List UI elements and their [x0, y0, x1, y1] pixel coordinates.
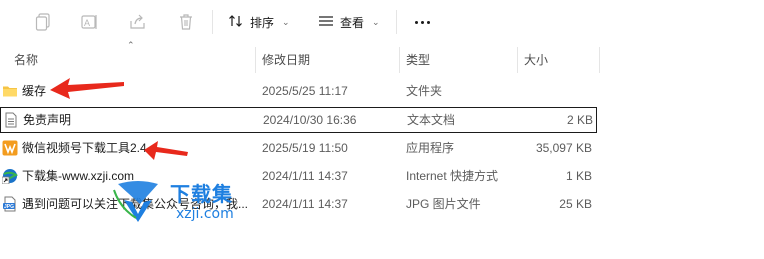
- annotation-arrow-icon: [144, 141, 188, 160]
- file-name: 微信视频号下载工具2.4: [22, 141, 147, 155]
- share-icon[interactable]: [128, 12, 148, 32]
- rename-icon[interactable]: A: [80, 12, 100, 32]
- file-type: 文本文档: [407, 113, 456, 127]
- sort-icon: [228, 13, 244, 32]
- delete-icon[interactable]: [176, 12, 196, 32]
- chevron-down-icon: ⌄: [372, 16, 380, 27]
- file-date: 2025/5/19 11:50: [262, 141, 348, 155]
- column-header-type[interactable]: 类型: [400, 47, 430, 73]
- file-date: 2024/1/11 14:37: [262, 197, 348, 211]
- column-header-date[interactable]: 修改日期: [256, 47, 310, 73]
- file-type: 应用程序: [406, 141, 455, 155]
- file-size: 35,097 KB: [535, 141, 592, 155]
- command-bar: A 排序 ⌄ 查看 ⌄: [0, 0, 764, 44]
- file-row[interactable]: 下载集-www.xzji.com 2024/1/11 14:37 Interne…: [0, 163, 600, 189]
- application-icon: [2, 140, 18, 156]
- file-date: 2024/1/11 14:37: [262, 169, 348, 183]
- file-size: 25 KB: [559, 197, 592, 211]
- column-header-size[interactable]: 大小: [518, 47, 548, 73]
- file-type: JPG 图片文件: [406, 197, 481, 211]
- copy-icon[interactable]: [33, 12, 53, 32]
- file-size: 2 KB: [566, 113, 593, 127]
- file-name: 下载集-www.xzji.com: [22, 169, 135, 183]
- column-divider[interactable]: [599, 47, 600, 73]
- file-row[interactable]: 微信视频号下载工具2.4 2025/5/19 11:50 应用程序 35,097…: [0, 135, 600, 161]
- column-header-name[interactable]: 名称: [8, 47, 38, 73]
- file-size: 1 KB: [565, 169, 592, 183]
- view-label: 查看: [340, 15, 365, 30]
- more-icon[interactable]: [410, 11, 434, 33]
- file-size: [520, 78, 592, 104]
- toolbar-divider: [212, 10, 213, 34]
- folder-icon: [2, 83, 18, 99]
- toolbar-divider: [396, 10, 397, 34]
- file-type: Internet 快捷方式: [406, 169, 499, 183]
- svg-text:A: A: [84, 18, 90, 28]
- sort-label: 排序: [250, 15, 275, 30]
- svg-text:JPG: JPG: [4, 204, 14, 210]
- file-type: 文件夹: [406, 84, 443, 98]
- file-row[interactable]: JPG 遇到问题可以关注下载集公众号咨询，我... 2024/1/11 14:3…: [0, 191, 600, 217]
- internet-shortcut-icon: [1, 168, 19, 185]
- file-row-selected[interactable]: 免责声明 2024/10/30 16:36 文本文档 2 KB: [0, 107, 597, 133]
- file-date: 2024/10/30 16:36: [263, 113, 357, 127]
- file-name: 遇到问题可以关注下载集公众号咨询，我...: [22, 197, 249, 211]
- annotation-arrow-icon: [50, 78, 124, 99]
- chevron-down-icon: ⌄: [282, 16, 290, 27]
- column-header-row: 名称 修改日期 类型 大小: [0, 47, 764, 73]
- jpg-image-icon: JPG: [2, 196, 18, 212]
- view-button[interactable]: 查看 ⌄: [318, 11, 380, 33]
- view-icon: [318, 13, 334, 32]
- file-date: 2025/5/25 11:17: [262, 84, 348, 98]
- sort-button[interactable]: 排序 ⌄: [228, 11, 290, 33]
- text-document-icon: [3, 112, 19, 128]
- file-name: 免责声明: [23, 113, 72, 127]
